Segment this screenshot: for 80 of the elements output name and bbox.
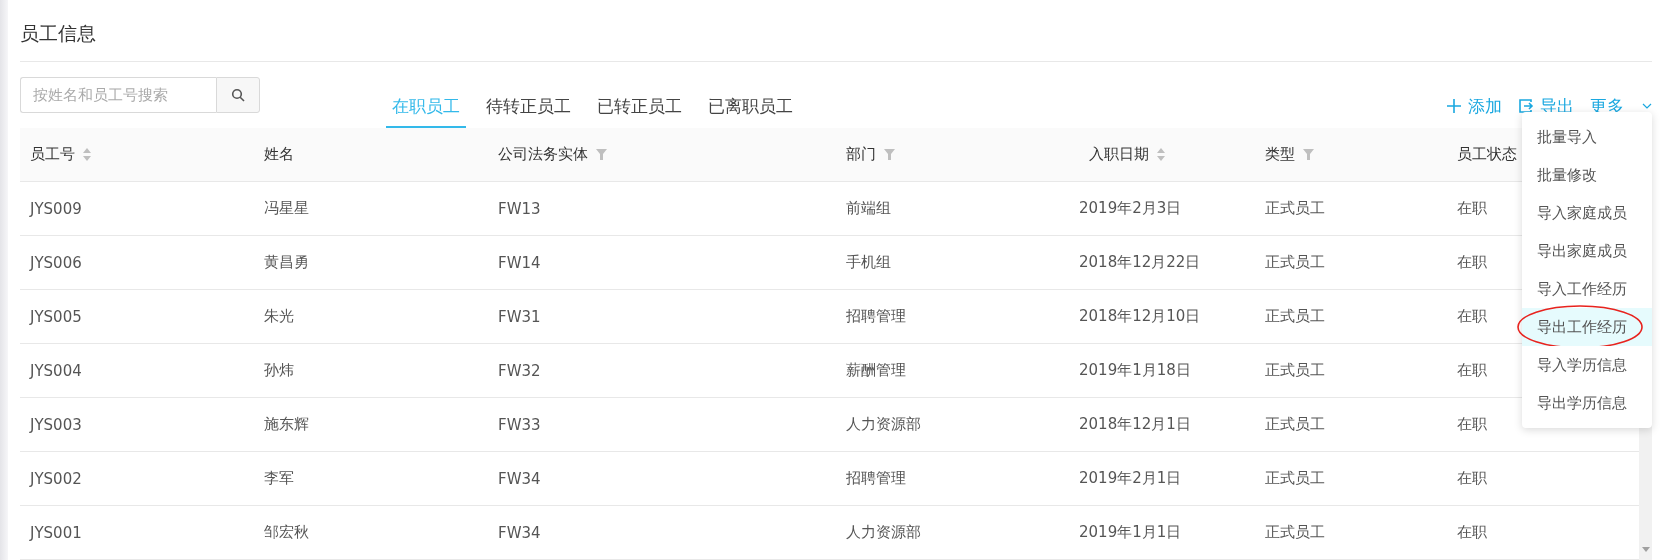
column-header: 类型 <box>1265 145 1295 164</box>
table-cell: 在职 <box>1457 307 1487 326</box>
filter-icon[interactable] <box>596 149 607 160</box>
menu-item[interactable]: 导入学历信息 <box>1522 346 1652 384</box>
table-cell: JYS001 <box>30 523 82 542</box>
menu-item[interactable]: 导出工作经历 <box>1522 308 1652 346</box>
table-cell: 2019年1月18日 <box>1079 361 1191 380</box>
table-cell: 施东辉 <box>264 415 309 434</box>
table-cell: 正式员工 <box>1265 523 1325 542</box>
table-cell: FW32 <box>498 361 541 380</box>
column-header: 员工状态 <box>1457 145 1517 164</box>
table-cell: 2019年2月1日 <box>1079 469 1182 488</box>
menu-item[interactable]: 导入工作经历 <box>1522 270 1652 308</box>
table-cell: 正式员工 <box>1265 361 1325 380</box>
table-cell: 2018年12月1日 <box>1079 415 1191 434</box>
table-cell: 在职 <box>1457 469 1487 488</box>
search-field[interactable]: 按姓名和员工号搜索 <box>20 77 216 113</box>
table-cell: JYS006 <box>30 253 82 272</box>
table-cell: 正式员工 <box>1265 469 1325 488</box>
export-icon <box>1518 98 1534 114</box>
page-title: 员工信息 <box>20 21 97 46</box>
table-cell: 在职 <box>1457 523 1487 542</box>
table-cell: FW34 <box>498 523 541 542</box>
table-cell: 在职 <box>1457 415 1487 434</box>
table-cell: 正式员工 <box>1265 307 1325 326</box>
tab[interactable]: 已转正员工 <box>591 95 688 128</box>
menu-item[interactable]: 批量导入 <box>1522 118 1652 156</box>
table-cell: 人力资源部 <box>846 523 921 542</box>
table-cell: 在职 <box>1457 253 1487 272</box>
scroll-down-icon[interactable] <box>1641 547 1650 552</box>
table-cell: JYS004 <box>30 361 82 380</box>
sort-icon[interactable] <box>1157 148 1165 161</box>
search-button[interactable] <box>216 77 260 113</box>
table-cell: FW33 <box>498 415 541 434</box>
menu-item[interactable]: 导入家庭成员 <box>1522 194 1652 232</box>
table-cell: 正式员工 <box>1265 415 1325 434</box>
table-cell: FW34 <box>498 469 541 488</box>
menu-item[interactable]: 导出学历信息 <box>1522 384 1652 422</box>
column-header: 入职日期 <box>1089 145 1149 164</box>
sort-icon[interactable] <box>83 148 91 161</box>
table-cell: JYS005 <box>30 307 82 326</box>
table-cell: 2019年2月3日 <box>1079 199 1182 218</box>
menu-item[interactable]: 导出家庭成员 <box>1522 232 1652 270</box>
filter-icon[interactable] <box>884 149 895 160</box>
table-cell: 朱光 <box>264 307 294 326</box>
tab[interactable]: 已离职员工 <box>702 95 799 128</box>
table-cell: FW14 <box>498 253 541 272</box>
table-cell: 黄昌勇 <box>264 253 309 272</box>
tab[interactable]: 待转正员工 <box>480 95 577 128</box>
table-cell: 正式员工 <box>1265 199 1325 218</box>
table-cell: 在职 <box>1457 199 1487 218</box>
table-cell: 手机组 <box>846 253 891 272</box>
table-cell: JYS002 <box>30 469 82 488</box>
table-cell: JYS003 <box>30 415 82 434</box>
table-cell: 孙炜 <box>264 361 294 380</box>
table-cell: 人力资源部 <box>846 415 921 434</box>
table-cell: FW31 <box>498 307 541 326</box>
column-header: 部门 <box>846 145 876 164</box>
search-icon <box>231 88 245 102</box>
table-cell: 前端组 <box>846 199 891 218</box>
table-cell: 李军 <box>264 469 294 488</box>
column-header: 员工号 <box>30 145 75 164</box>
table-cell: 招聘管理 <box>846 307 906 326</box>
column-header: 姓名 <box>264 145 294 164</box>
table-cell: FW13 <box>498 199 541 218</box>
table-cell: 2018年12月10日 <box>1079 307 1201 326</box>
table-cell: 2019年1月1日 <box>1079 523 1182 542</box>
table-cell: 冯星星 <box>264 199 309 218</box>
table-cell: 在职 <box>1457 361 1487 380</box>
table-cell: 邹宏秋 <box>264 523 309 542</box>
table-cell: 薪酬管理 <box>846 361 906 380</box>
menu-item[interactable]: 批量修改 <box>1522 156 1652 194</box>
filter-icon[interactable] <box>1303 149 1314 160</box>
table-cell: JYS009 <box>30 199 82 218</box>
table-cell: 招聘管理 <box>846 469 906 488</box>
plus-icon <box>1446 98 1462 114</box>
table-cell: 正式员工 <box>1265 253 1325 272</box>
chevron-down-icon <box>1642 103 1652 109</box>
column-header: 公司法务实体 <box>498 145 588 164</box>
table-cell: 2018年12月22日 <box>1079 253 1201 272</box>
